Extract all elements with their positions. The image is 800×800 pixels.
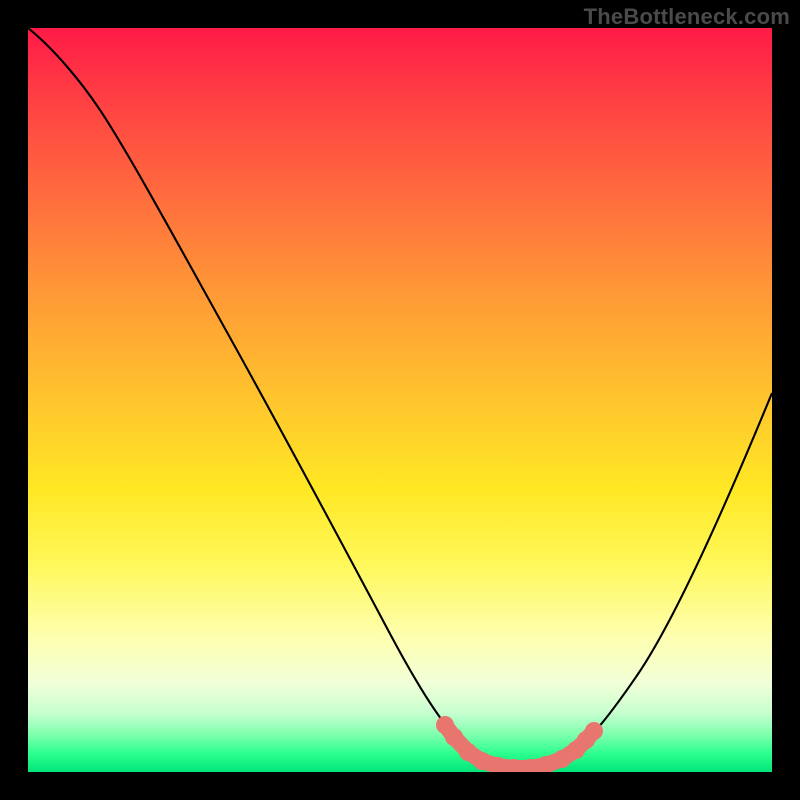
marker-dot [473,752,491,770]
watermark-text: TheBottleneck.com [584,4,790,30]
marker-dot [445,728,463,746]
marker-dot [585,722,603,740]
chart-frame [28,28,772,772]
chart-markers-layer [28,28,772,772]
chart-plot-area [28,28,772,772]
